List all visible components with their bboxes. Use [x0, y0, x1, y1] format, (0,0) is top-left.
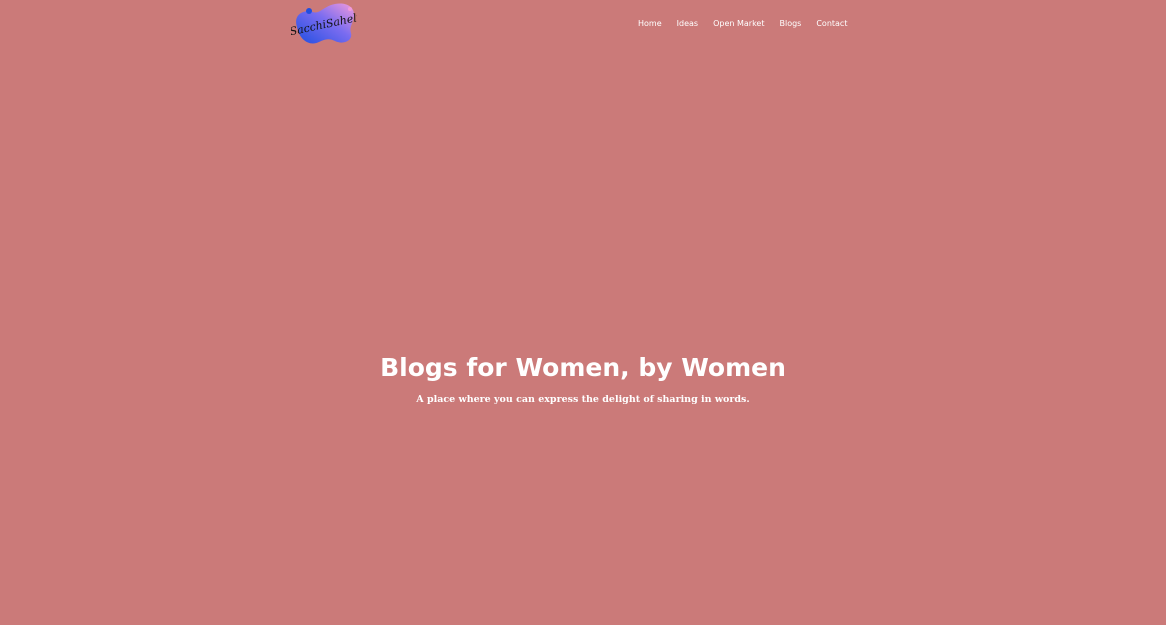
logo-blob-icon: SacchiSaheli: [291, 3, 357, 44]
nav-link-open-market[interactable]: Open Market: [713, 17, 764, 31]
site-header: SacchiSaheli Home Ideas Open Market Blog…: [0, 0, 1166, 48]
nav-link-home[interactable]: Home: [638, 17, 662, 31]
site-logo[interactable]: SacchiSaheli: [291, 1, 357, 45]
hero-subtitle: A place where you can express the deligh…: [416, 394, 750, 405]
main-nav: Home Ideas Open Market Blogs Contact: [638, 17, 847, 31]
hero-section: Blogs for Women, by Women A place where …: [0, 351, 1166, 407]
nav-link-contact[interactable]: Contact: [816, 17, 847, 31]
nav-link-blogs[interactable]: Blogs: [779, 17, 801, 31]
hero-title: Blogs for Women, by Women: [380, 353, 786, 382]
page: SacchiSaheli Home Ideas Open Market Blog…: [0, 0, 1166, 625]
nav-link-ideas[interactable]: Ideas: [677, 17, 698, 31]
